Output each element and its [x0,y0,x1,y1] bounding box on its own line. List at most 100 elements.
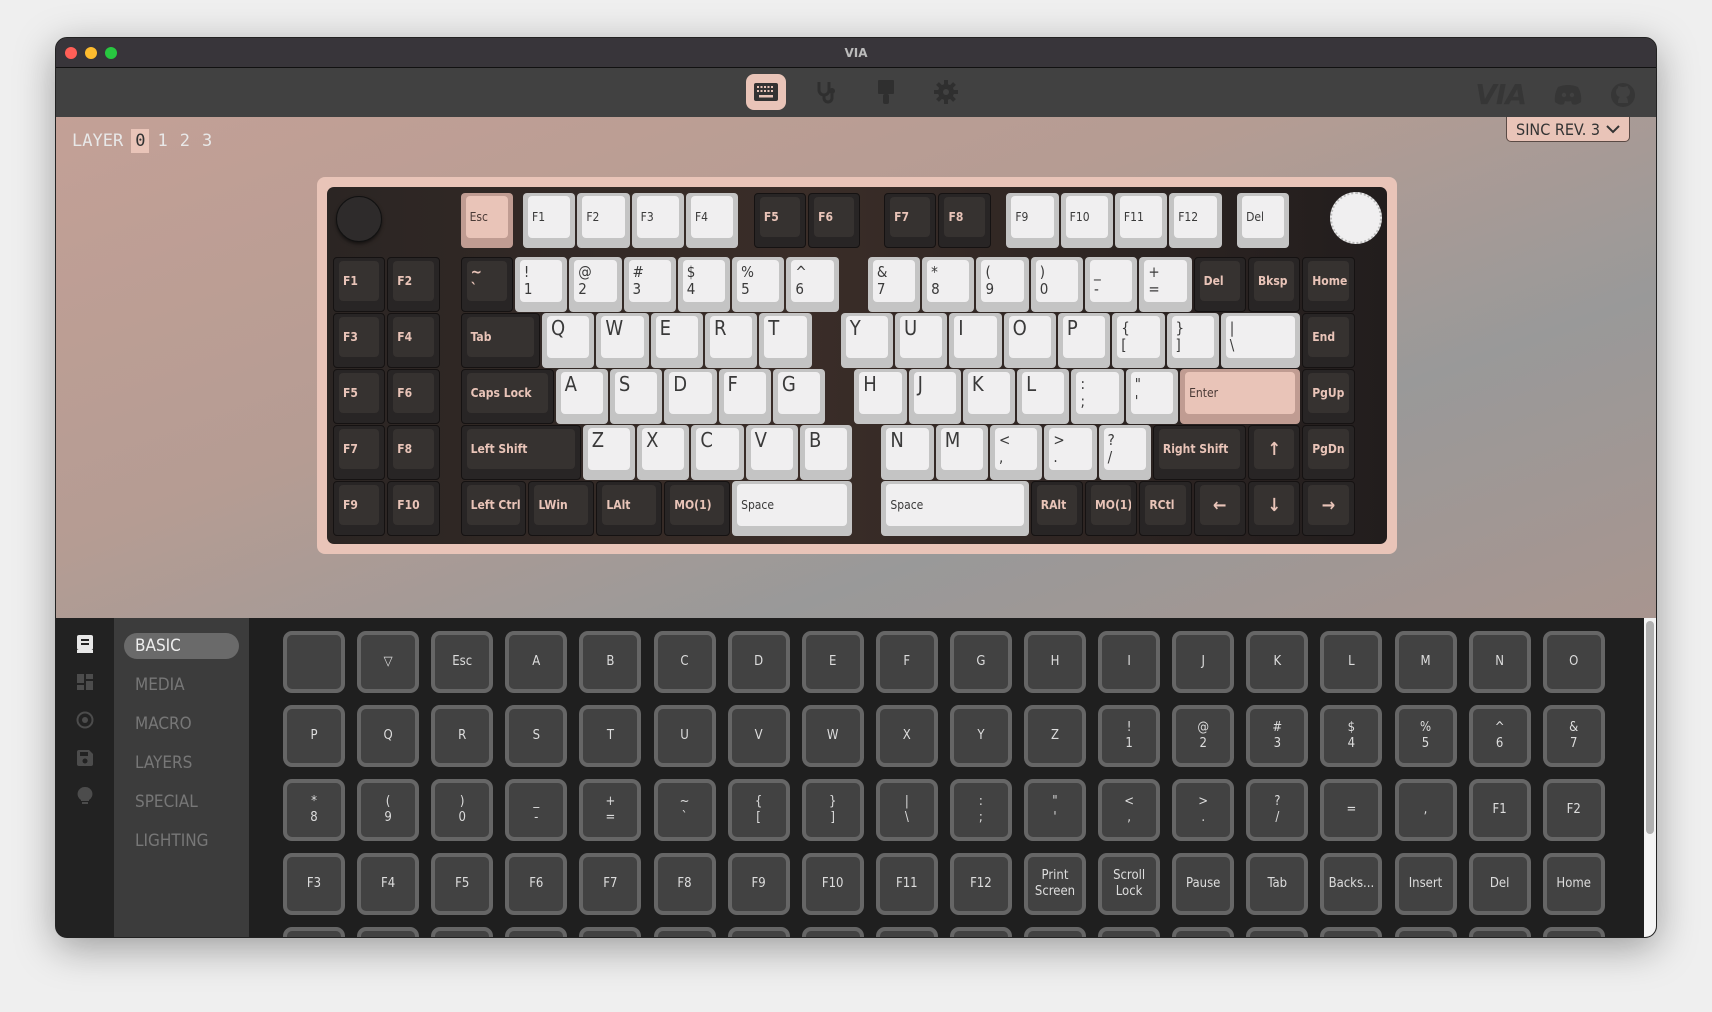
keyboard-key[interactable]: M [935,425,989,481]
keycode-button[interactable]: C [653,631,716,693]
keyboard-key[interactable]: F4 [387,313,440,369]
close-button[interactable] [65,47,77,59]
keyboard-key[interactable]: Z [582,425,636,481]
keycode-button[interactable] [1320,927,1383,937]
keyboard-key[interactable]: T [759,313,812,369]
keycode-button[interactable]: F [875,631,938,693]
keyboard-key[interactable]: F2 [387,257,440,313]
keyboard-key[interactable]: {[ [1112,313,1165,369]
keyboard-key[interactable]: E [650,313,703,369]
keyboard-key[interactable]: F6 [808,193,861,248]
keyboard-key[interactable]: F7 [884,193,937,248]
keycode-button[interactable]: <, [1098,779,1161,842]
tab-design[interactable] [866,74,906,110]
keyboard-key[interactable]: ← [1193,481,1246,537]
keycode-button[interactable]: F7 [579,853,642,916]
keyboard-key[interactable]: F [718,369,771,425]
keycode-button[interactable]: J [1172,631,1235,693]
keyboard-selector[interactable]: SINC REV. 3 [1506,117,1630,142]
github-icon[interactable] [1610,82,1636,108]
layer-2-button[interactable]: 2 [176,129,194,153]
keycode-button[interactable] [1394,927,1457,937]
keyboard-key[interactable]: F11 [1114,193,1168,248]
keycode-button[interactable]: + = [579,779,642,842]
keycode-button[interactable] [875,927,938,937]
rail-item-layouts[interactable] [75,672,95,692]
keyboard-key[interactable]: #3 [623,257,676,313]
keyboard-key[interactable]: W [596,313,649,369]
layer-3-button[interactable]: 3 [198,129,216,153]
keycode-button[interactable]: _ - [505,779,568,842]
keycode-button[interactable]: D [727,631,790,693]
keycode-button[interactable]: {[ [727,779,790,842]
keycode-button[interactable]: K [1246,631,1309,693]
keyboard-key[interactable]: F8 [938,193,991,248]
category-basic[interactable]: BASIC [124,633,239,659]
keyboard-key[interactable]: F9 [333,481,386,537]
scrollbar-track[interactable] [1644,618,1656,937]
keyboard-key[interactable]: Tab [460,313,541,369]
keyboard-key[interactable]: RCtl [1139,481,1192,537]
keyboard-key[interactable]: F7 [333,425,386,481]
keycode-button[interactable] [801,927,864,937]
keycode-button[interactable]: F11 [875,853,938,916]
keyboard-key[interactable]: I [949,313,1002,369]
keycode-button[interactable] [949,927,1012,937]
keycode-button[interactable]: F8 [653,853,716,916]
keycode-button[interactable]: & 7 [1542,705,1605,768]
keycode-button[interactable]: Pause [1172,853,1235,916]
keyboard-key[interactable]: F6 [387,369,440,425]
keyboard-key[interactable]: ? / [1098,425,1151,481]
keycode-button[interactable] [653,927,716,937]
keycode-button[interactable] [579,927,642,937]
keycode-button[interactable]: Scroll Lock [1098,853,1161,916]
keyboard-key[interactable]: @2 [569,257,622,313]
keycode-button[interactable]: , [1394,779,1457,842]
keyboard-key[interactable]: }] [1166,313,1219,369]
keycode-button[interactable] [505,927,568,937]
keycode-button[interactable]: W [801,705,864,768]
keyboard-key[interactable]: Left Ctrl [460,481,527,537]
keycode-button[interactable]: S [505,705,568,768]
keyboard-key[interactable]: F8 [387,425,440,481]
keyboard-key[interactable]: P [1057,313,1111,369]
keyboard-key[interactable]: ^ 6 [786,257,839,313]
keycode-button[interactable]: >. [1172,779,1235,842]
keycode-button[interactable]: " ' [1024,779,1086,842]
keycode-button[interactable]: F10 [801,853,864,916]
keyboard-key[interactable]: MO(1) [1085,481,1138,537]
keycode-button[interactable] [283,631,345,693]
layer-1-button[interactable]: 1 [153,129,171,153]
keycode-button[interactable]: $4 [1320,705,1383,768]
keycode-button[interactable]: F12 [949,853,1012,916]
rail-item-keycodes[interactable] [75,634,95,654]
rail-item-save-load[interactable] [75,748,95,768]
keycode-button[interactable] [431,927,494,937]
keycode-button[interactable]: F4 [357,853,420,916]
keycode-button[interactable]: = [1320,779,1383,842]
keyboard-key[interactable]: F10 [387,481,440,537]
keycode-button[interactable]: F3 [283,853,345,916]
keyboard-key[interactable]: F3 [631,193,684,248]
keyboard-key[interactable]: Space [881,481,1029,537]
keycode-button[interactable]: }] [801,779,864,842]
keyboard-key[interactable]: N [881,425,934,481]
keyboard-key[interactable]: >. [1044,425,1097,481]
keyboard-key[interactable]: H [854,369,907,425]
keycode-button[interactable]: Tab [1246,853,1309,916]
keyboard-key[interactable]: ! 1 [514,257,568,313]
keycode-button[interactable]: Q [357,705,420,768]
keyboard-key[interactable]: D [664,369,717,425]
keycode-button[interactable]: F9 [727,853,790,916]
keycode-button[interactable]: Esc [431,631,494,693]
keycode-button[interactable] [1542,927,1605,937]
category-special[interactable]: SPECIAL [124,789,239,815]
keyboard-key[interactable]: K [962,369,1016,425]
keyboard-key[interactable]: X [637,425,690,481]
keyboard-key[interactable]: <, [990,425,1043,481]
keycode-button[interactable]: ▽ [357,631,420,693]
keyboard-key[interactable]: F9 [1006,193,1059,248]
keycode-button[interactable]: Del [1468,853,1531,916]
keyboard-key[interactable]: F12 [1169,193,1222,248]
keyboard-key[interactable]: ↓ [1247,481,1301,537]
